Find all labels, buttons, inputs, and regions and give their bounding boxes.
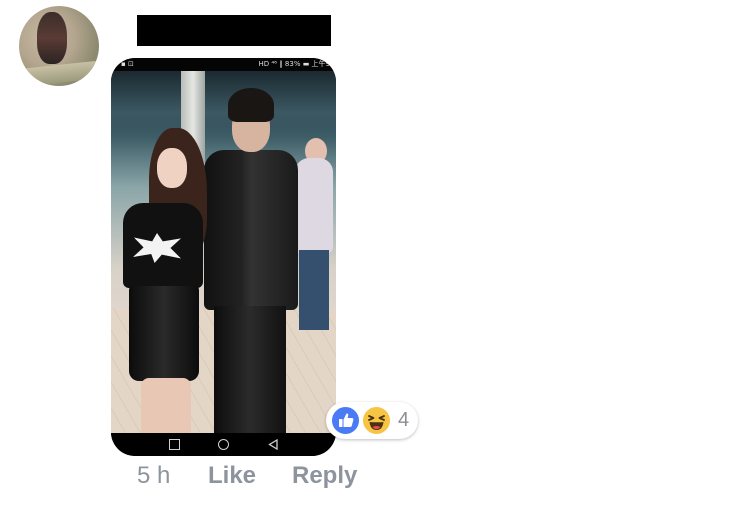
- commenter-avatar[interactable]: [19, 6, 99, 86]
- home-icon: [218, 439, 229, 450]
- comment-photo[interactable]: ▪ ⊡ HD ⁴⁶ ‖ 83% ▬ 上午9: [111, 58, 336, 456]
- reactions-summary[interactable]: 4: [326, 402, 418, 439]
- avatar-bird-image: [37, 12, 67, 64]
- avatar-branch: [26, 59, 99, 86]
- comment-timestamp[interactable]: 5 h: [137, 462, 170, 490]
- man-pants: [214, 306, 286, 433]
- reaction-count: 4: [398, 409, 410, 431]
- commenter-name-redacted[interactable]: [137, 15, 331, 46]
- man-hair: [228, 88, 274, 122]
- woman-legs: [141, 378, 191, 438]
- like-icon: [330, 405, 361, 436]
- photo-person-woman: [119, 128, 209, 438]
- back-icon: [268, 439, 279, 450]
- status-bar-left: ▪ ⊡: [121, 60, 134, 68]
- woman-skirt: [129, 286, 199, 381]
- woman-face: [157, 148, 187, 188]
- like-button[interactable]: Like: [208, 462, 256, 490]
- status-bar-right: HD ⁴⁶ ‖ 83% ▬ 上午9: [258, 60, 330, 68]
- photo-phone-nav-bar: [111, 433, 336, 456]
- photo-person-man: [196, 88, 306, 433]
- haha-icon: [361, 405, 392, 436]
- man-jacket: [204, 150, 298, 310]
- reply-button[interactable]: Reply: [292, 462, 357, 490]
- recent-apps-icon: [169, 439, 180, 450]
- photo-phone-status-bar: ▪ ⊡ HD ⁴⁶ ‖ 83% ▬ 上午9: [111, 58, 336, 71]
